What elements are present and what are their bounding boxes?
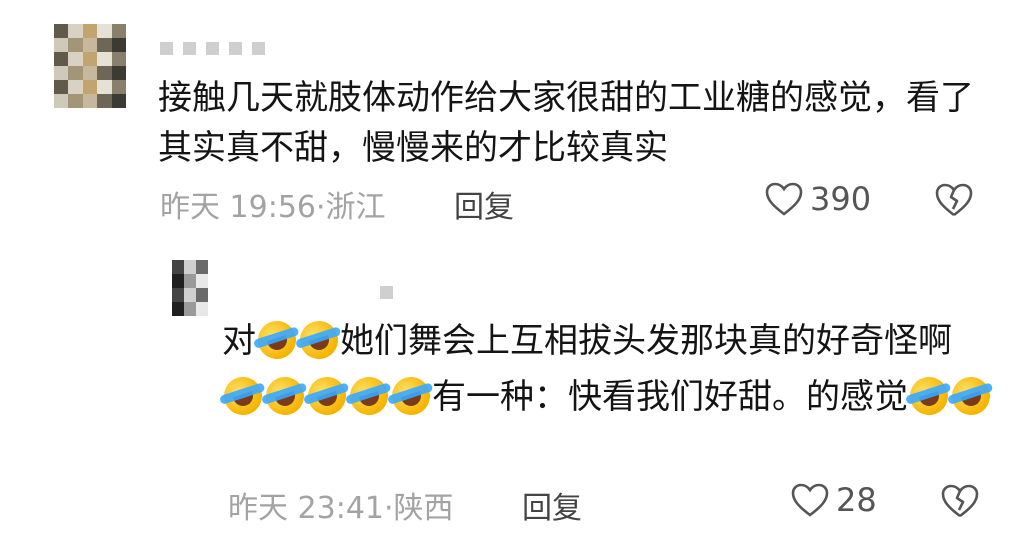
comment-text: 接触几天就肢体动作给大家很甜的工业糖的感觉，看了其实真不甜，慢慢来的才比较真实: [158, 73, 978, 173]
rofl-emoji: [905, 372, 953, 420]
rofl-emoji: [253, 316, 301, 364]
rofl-emoji: [295, 316, 343, 364]
rofl-emoji: [219, 372, 267, 420]
dislike-button[interactable]: [934, 182, 974, 218]
comment-text-segment: 接触几天就肢体动作给大家很甜的工业糖的感觉，看了其实真不甜，慢慢来的才比较真实: [158, 78, 974, 168]
comment-text-segment: 有一种：快看我们好甜。的感觉: [432, 377, 908, 417]
broken-heart-icon: [934, 182, 974, 218]
reply-button[interactable]: 回复: [522, 483, 582, 527]
comment-2: 对 她们舞会上互相拔头发那块真的好奇怪啊有一种：快看我们好甜。的感觉 昨天 23:…: [0, 250, 1024, 544]
comment-text: 对 她们舞会上互相拔头发那块真的好奇怪啊有一种：快看我们好甜。的感觉: [219, 313, 995, 425]
broken-heart-icon: [940, 483, 980, 519]
like-count: 390: [810, 180, 872, 218]
username-redacted[interactable]: [160, 42, 265, 55]
rofl-emoji: [947, 372, 995, 420]
rofl-emoji: [261, 372, 309, 420]
comment-time-location: 昨天 19:56·浙江: [160, 190, 386, 225]
comment-time-location: 昨天 23:41·陕西: [228, 491, 454, 526]
rofl-emoji: [387, 372, 435, 420]
like-button[interactable]: 28: [790, 481, 877, 519]
heart-outline-icon: [764, 181, 804, 217]
comment-text-segment: 她们舞会上互相拔头发那块真的好奇怪啊: [340, 321, 952, 361]
avatar[interactable]: [54, 24, 126, 108]
avatar[interactable]: [172, 260, 208, 316]
rofl-emoji: [345, 372, 393, 420]
heart-outline-icon: [790, 482, 830, 518]
username-redacted[interactable]: [380, 286, 393, 299]
like-count: 28: [836, 481, 877, 519]
reply-button[interactable]: 回复: [454, 182, 514, 226]
comment-text-segment: 对: [222, 321, 256, 361]
dislike-button[interactable]: [940, 483, 980, 519]
comment-1: 接触几天就肢体动作给大家很甜的工业糖的感觉，看了其实真不甜，慢慢来的才比较真实 …: [0, 0, 1024, 250]
rofl-emoji: [303, 372, 351, 420]
like-button[interactable]: 390: [764, 180, 871, 218]
